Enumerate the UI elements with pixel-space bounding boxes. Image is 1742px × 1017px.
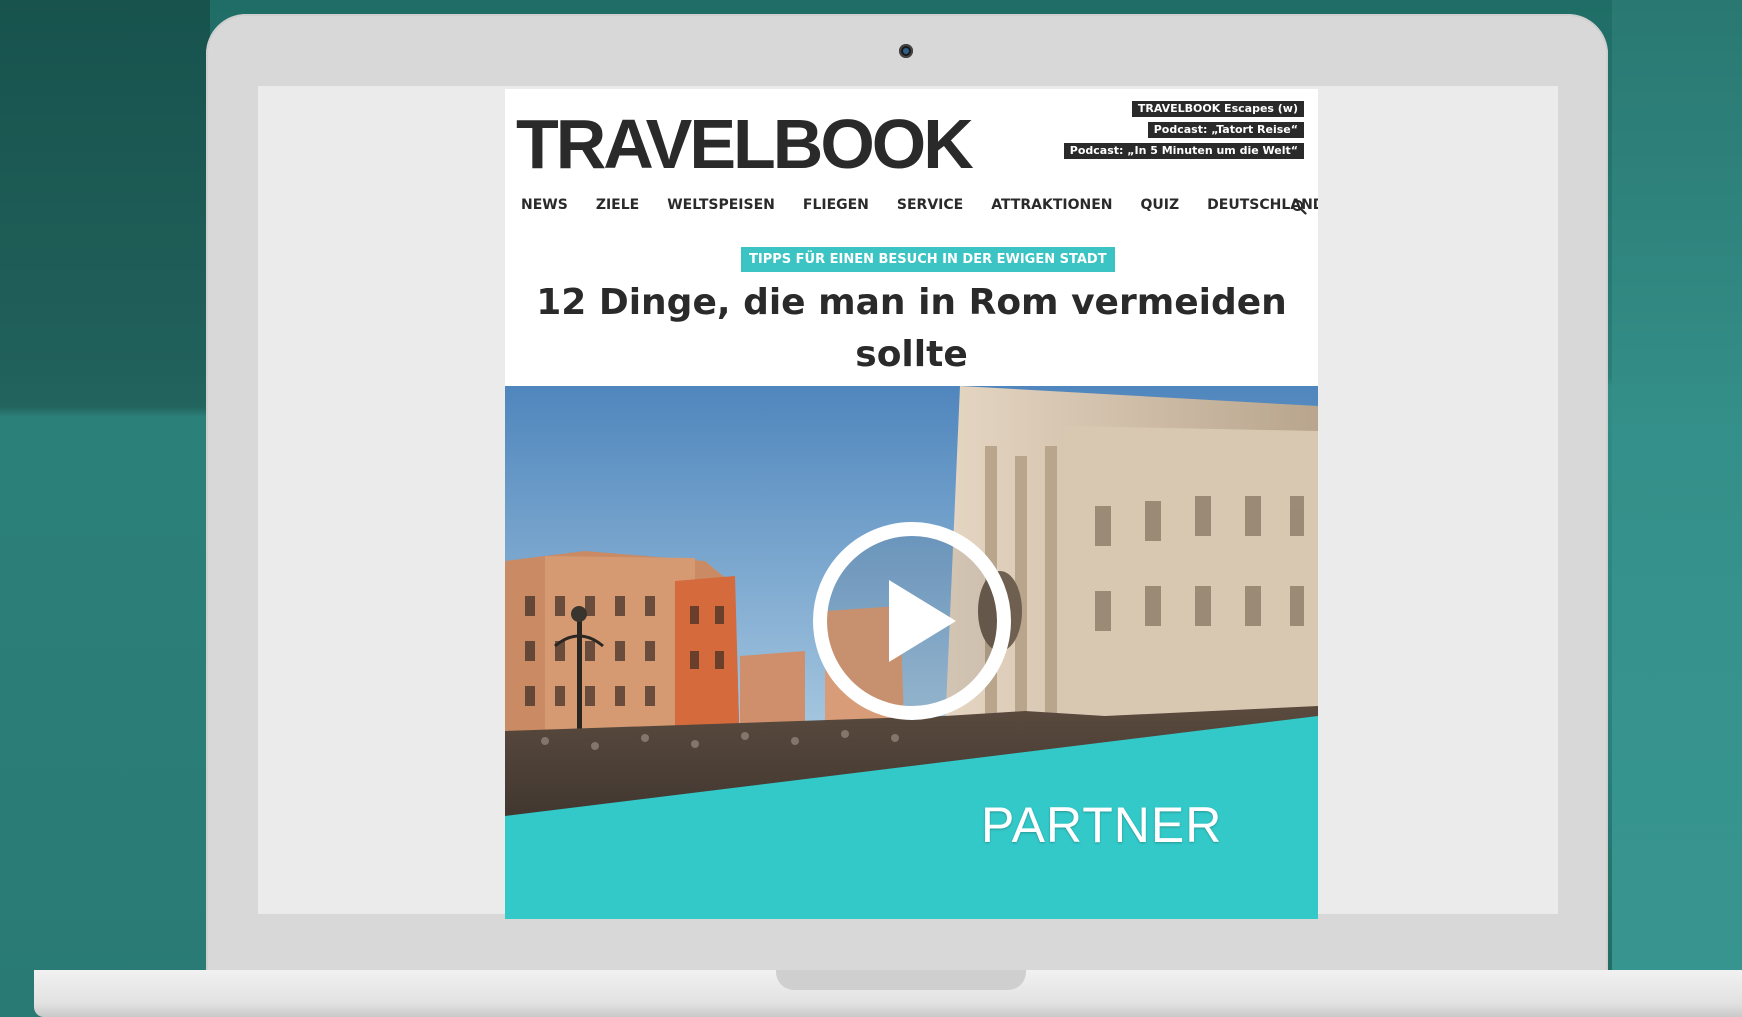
article-kicker[interactable]: TIPPS FÜR EINEN BESUCH IN DER EWIGEN STA… xyxy=(741,247,1115,272)
main-navigation: NEWS ZIELE WELTSPEISEN FLIEGEN SERVICE A… xyxy=(521,197,1318,213)
partner-badge: PARTNER xyxy=(981,797,1223,853)
website: TRAVELBOOK TRAVELBOOK Escapes (w) Podcas… xyxy=(505,89,1318,919)
nav-item-attraktionen[interactable]: ATTRAKTIONEN xyxy=(991,197,1112,213)
nav-item-ziele[interactable]: ZIELE xyxy=(596,197,639,213)
nav-item-fliegen[interactable]: FLIEGEN xyxy=(803,197,869,213)
laptop-notch xyxy=(776,970,1026,990)
background-left xyxy=(0,0,210,1017)
search-icon[interactable] xyxy=(1291,199,1307,215)
promo-link-podcast-5-minuten[interactable]: Podcast: „In 5 Minuten um die Welt“ xyxy=(1063,143,1304,159)
nav-item-quiz[interactable]: QUIZ xyxy=(1141,197,1180,213)
site-logo[interactable]: TRAVELBOOK xyxy=(516,109,974,179)
promo-link-podcast-tatort[interactable]: Podcast: „Tatort Reise“ xyxy=(1147,122,1304,138)
promo-links: TRAVELBOOK Escapes (w) Podcast: „Tatort … xyxy=(1063,101,1304,159)
webcam-icon xyxy=(899,44,913,58)
nav-item-weltspeisen[interactable]: WELTSPEISEN xyxy=(667,197,775,213)
nav-item-service[interactable]: SERVICE xyxy=(897,197,963,213)
promo-link-escapes[interactable]: TRAVELBOOK Escapes (w) xyxy=(1131,101,1304,117)
background-right xyxy=(1612,0,1742,1017)
play-icon[interactable] xyxy=(811,520,1013,722)
video-thumbnail[interactable]: PARTNER xyxy=(505,386,1318,919)
article-headline[interactable]: 12 Dinge, die man in Rom vermeiden sollt… xyxy=(535,277,1288,381)
nav-item-news[interactable]: NEWS xyxy=(521,197,568,213)
